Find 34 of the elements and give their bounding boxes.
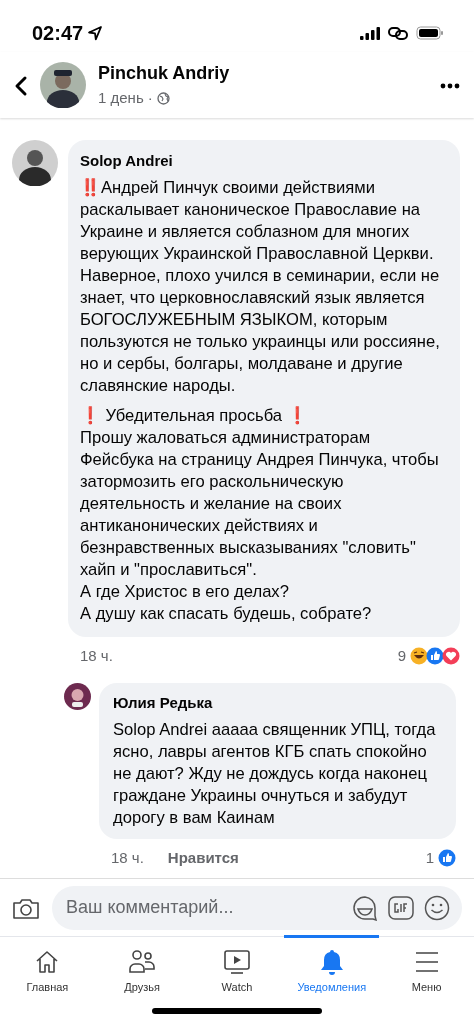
tab[interactable]: Главная: [0, 935, 95, 998]
more-icon: [440, 82, 460, 89]
tab[interactable]: Watch: [189, 935, 285, 998]
reaction-count: 9: [397, 645, 406, 666]
friends-icon: [128, 948, 157, 976]
emoji-icon[interactable]: [424, 894, 450, 921]
like-button[interactable]: Нравится: [167, 846, 239, 869]
tab[interactable]: Уведомления: [284, 935, 380, 998]
avatar: [12, 140, 58, 186]
reaction-count: 1: [425, 847, 434, 868]
signal-icon: [360, 26, 380, 40]
comment-time: 18 ч.: [80, 645, 113, 666]
location-arrow-icon: [87, 25, 104, 41]
comment-composer[interactable]: Ваш комментарий...: [52, 885, 462, 930]
link-icon: [388, 26, 408, 40]
status-time: 02:47: [32, 21, 84, 46]
back-icon: [14, 74, 28, 97]
post-time: 1 день ·: [98, 88, 153, 109]
comment-text: ‼Андрей Пинчук своими действиями раскалывает каноническое Православие на Украине и является соблазном для многих верующих Украинской Православной Церкви. Наверное, плохо учился в семинарии, если не знает, что церковнославяский язык является БОГОСЛУЖЕБНЫМ ЯЗЫКОМ, которым пользуются не только украинцы или россияне, но и сербы, болгары, молдаване и другие славянские народы.: [80, 176, 441, 397]
gif-icon[interactable]: [388, 895, 414, 920]
comment-author[interactable]: Solop Andrei: [80, 150, 448, 173]
author-name[interactable]: Pinchuk Andriy: [98, 60, 428, 88]
tab[interactable]: Меню: [379, 935, 474, 998]
comment-text: ❗ Убедительная просьба ❗ Прошу жаловаться администраторам Фейсбука на страницу Андрея Пинчука, чтобы затормозить его раскольническую деятельность и желание на своих антиканонических действиях и безнравственных высказываниях "словить" хайп и "прославиться". А где Христос в его делах? А душу как спасать будешь, собрате?: [80, 404, 440, 625]
battery-icon: [416, 26, 444, 40]
tab[interactable]: Друзья: [94, 935, 190, 998]
avatar: [64, 683, 91, 710]
globe-icon: [156, 92, 170, 105]
comment-time: 18 ч.: [111, 847, 144, 868]
video-icon: [223, 948, 251, 976]
comment-text: Solop Andrei ааааа священник УПЦ, тогда ясно, лавры агентов КГБ спать спокойно не дают? Жду не дождусь когда наконец граждане Украины очнуться и забудут дорогу в вам Каинам: [113, 718, 437, 829]
comment-author[interactable]: Юлия Редька: [113, 692, 442, 715]
avatar: [40, 62, 86, 108]
sticker-icon[interactable]: [352, 894, 378, 921]
